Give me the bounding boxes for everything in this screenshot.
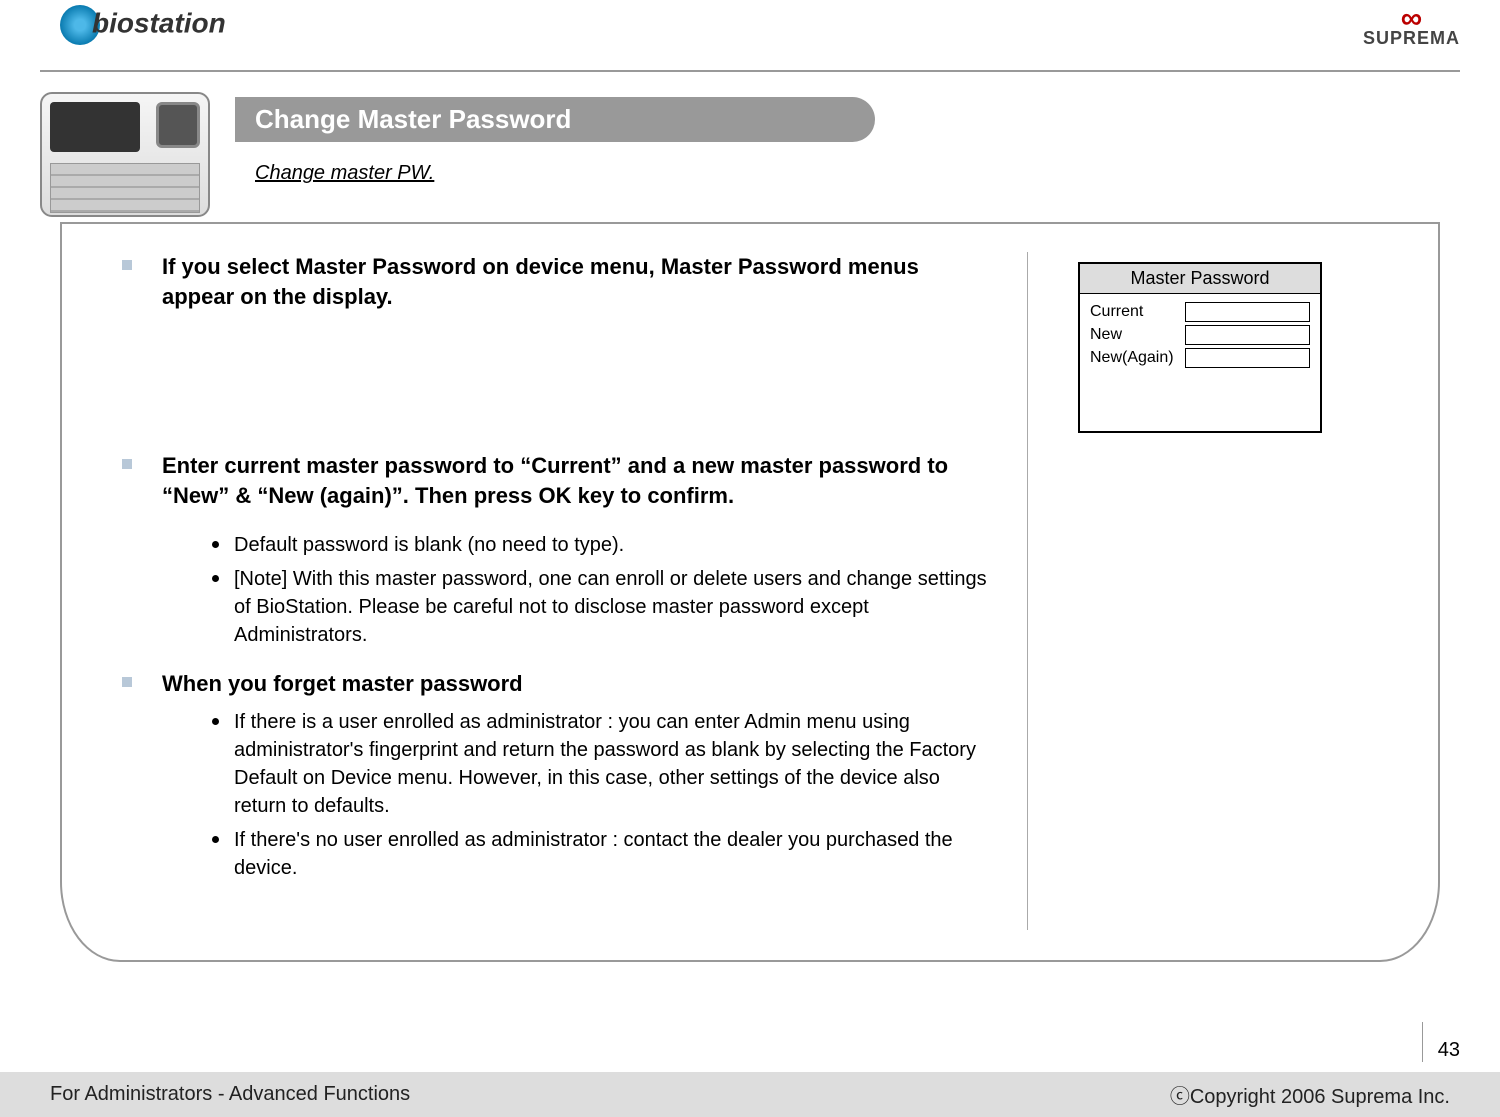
dot-bullet-icon [212, 718, 219, 725]
field-label: Current [1090, 303, 1185, 321]
field-row-new-again: New(Again) [1090, 348, 1310, 368]
page-header: biostation ∞ SUPREMA [40, 0, 1460, 72]
bullet-1: If you select Master Password on device … [122, 252, 997, 311]
content-box: If you select Master Password on device … [60, 222, 1440, 962]
thumb-sensor [156, 102, 200, 148]
biostation-logo: biostation [60, 5, 226, 45]
page-number: 43 [1422, 1022, 1460, 1062]
list-item: Default password is blank (no need to ty… [212, 531, 997, 559]
field-row-new: New [1090, 325, 1310, 345]
footer-right: ⓒCopyright 2006 Suprema Inc. [1170, 1080, 1450, 1109]
field-label: New [1090, 326, 1185, 344]
infinity-icon: ∞ [1363, 10, 1460, 28]
bullet-2: Enter current master password to “Curren… [122, 451, 997, 510]
suprema-text: SUPREMA [1363, 28, 1460, 49]
square-bullet-icon [122, 459, 132, 469]
page-footer: For Administrators - Advanced Functions … [0, 1072, 1500, 1117]
page-title: Change Master Password [235, 97, 875, 142]
master-password-panel: Master Password Current New New(Again) [1078, 262, 1322, 433]
thumb-keypad [50, 163, 200, 213]
device-thumbnail [40, 92, 210, 217]
square-bullet-icon [122, 260, 132, 270]
sub-text: Default password is blank (no need to ty… [234, 531, 624, 559]
content-right: Master Password Current New New(Again) [1027, 252, 1398, 930]
new-again-password-field[interactable] [1185, 348, 1310, 368]
title-area: Change Master Password Change master PW. [40, 92, 1460, 222]
content-left: If you select Master Password on device … [122, 252, 1027, 930]
bullet-3-text: When you forget master password [162, 669, 523, 699]
list-item: If there's no user enrolled as administr… [212, 826, 997, 882]
field-label: New(Again) [1090, 349, 1185, 367]
bullet-2-sublist: Default password is blank (no need to ty… [212, 531, 997, 649]
panel-title: Master Password [1080, 264, 1320, 294]
new-password-field[interactable] [1185, 325, 1310, 345]
biostation-text: biostation [92, 7, 226, 38]
field-row-current: Current [1090, 302, 1310, 322]
suprema-logo: ∞ SUPREMA [1363, 10, 1460, 49]
sub-text: If there's no user enrolled as administr… [234, 826, 997, 882]
square-bullet-icon [122, 677, 132, 687]
bullet-2-text: Enter current master password to “Curren… [162, 451, 997, 510]
sub-text: [Note] With this master password, one ca… [234, 565, 997, 649]
list-item: If there is a user enrolled as administr… [212, 708, 997, 820]
dot-bullet-icon [212, 575, 219, 582]
bullet-1-text: If you select Master Password on device … [162, 252, 997, 311]
dot-bullet-icon [212, 836, 219, 843]
dot-bullet-icon [212, 541, 219, 548]
thumb-screen [50, 102, 140, 152]
current-password-field[interactable] [1185, 302, 1310, 322]
sub-text: If there is a user enrolled as administr… [234, 708, 997, 820]
footer-left: For Administrators - Advanced Functions [50, 1083, 410, 1106]
bullet-3-sublist: If there is a user enrolled as administr… [212, 708, 997, 882]
bullet-3: When you forget master password [122, 669, 997, 699]
list-item: [Note] With this master password, one ca… [212, 565, 997, 649]
page-subtitle: Change master PW. [255, 162, 434, 185]
